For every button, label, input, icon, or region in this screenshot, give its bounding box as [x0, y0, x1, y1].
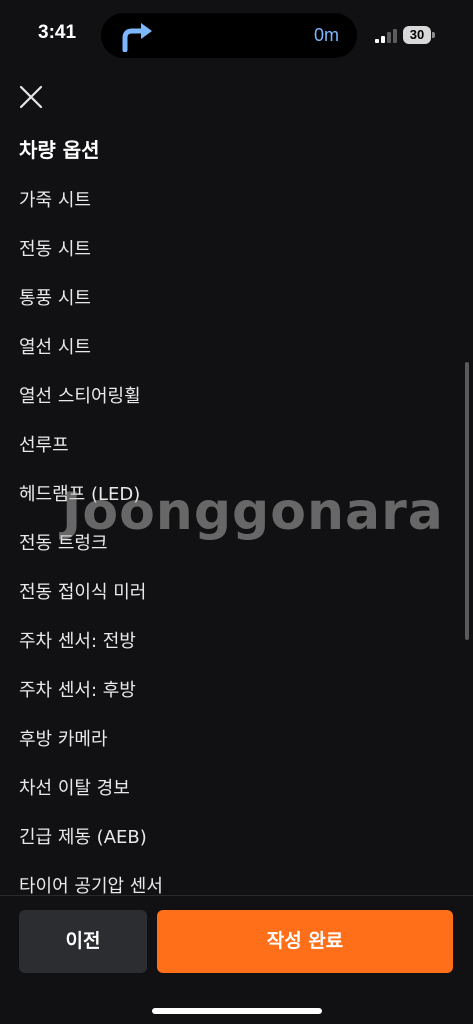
option-item[interactable]: 선루프: [19, 421, 449, 470]
option-item[interactable]: 긴급 제동 (AEB): [19, 813, 449, 862]
option-item[interactable]: 주차 센서: 전방: [19, 617, 449, 666]
battery-icon: 30: [403, 26, 431, 44]
option-item[interactable]: 열선 스티어링휠: [19, 372, 449, 421]
option-item[interactable]: 주차 센서: 후방: [19, 666, 449, 715]
option-item[interactable]: 타이어 공기압 센서: [19, 862, 449, 895]
scrollbar[interactable]: [465, 362, 469, 640]
option-item[interactable]: 차선 이탈 경보: [19, 764, 449, 813]
option-item[interactable]: 후방 카메라: [19, 715, 449, 764]
option-item[interactable]: 가죽 시트: [19, 176, 449, 225]
cellular-signal-icon: [375, 29, 397, 43]
page-title: 차량 옵션: [19, 138, 100, 162]
nav-distance: 0m: [313, 25, 339, 45]
turn-right-arrow-icon: [122, 23, 152, 52]
option-item[interactable]: 헤드램프 (LED): [19, 470, 449, 519]
option-item[interactable]: 전동 트렁크: [19, 519, 449, 568]
close-icon[interactable]: [14, 80, 48, 114]
option-item[interactable]: 전동 시트: [19, 225, 449, 274]
option-item[interactable]: 열선 시트: [19, 323, 449, 372]
complete-button[interactable]: 작성 완료: [157, 910, 453, 973]
option-item[interactable]: 전동 접이식 미러: [19, 568, 449, 617]
option-item[interactable]: 통풍 시트: [19, 274, 449, 323]
battery-tip: [432, 32, 435, 38]
status-bar: 3:41 0m 30: [0, 0, 473, 70]
home-indicator[interactable]: [152, 1008, 322, 1014]
status-time: 3:41: [38, 22, 77, 43]
prev-button[interactable]: 이전: [19, 910, 147, 973]
dynamic-island-navigation[interactable]: 0m: [101, 13, 357, 58]
vehicle-options-list[interactable]: 가죽 시트 전동 시트 통풍 시트 열선 시트 열선 스티어링휠 선루프 헤드램…: [0, 176, 473, 895]
